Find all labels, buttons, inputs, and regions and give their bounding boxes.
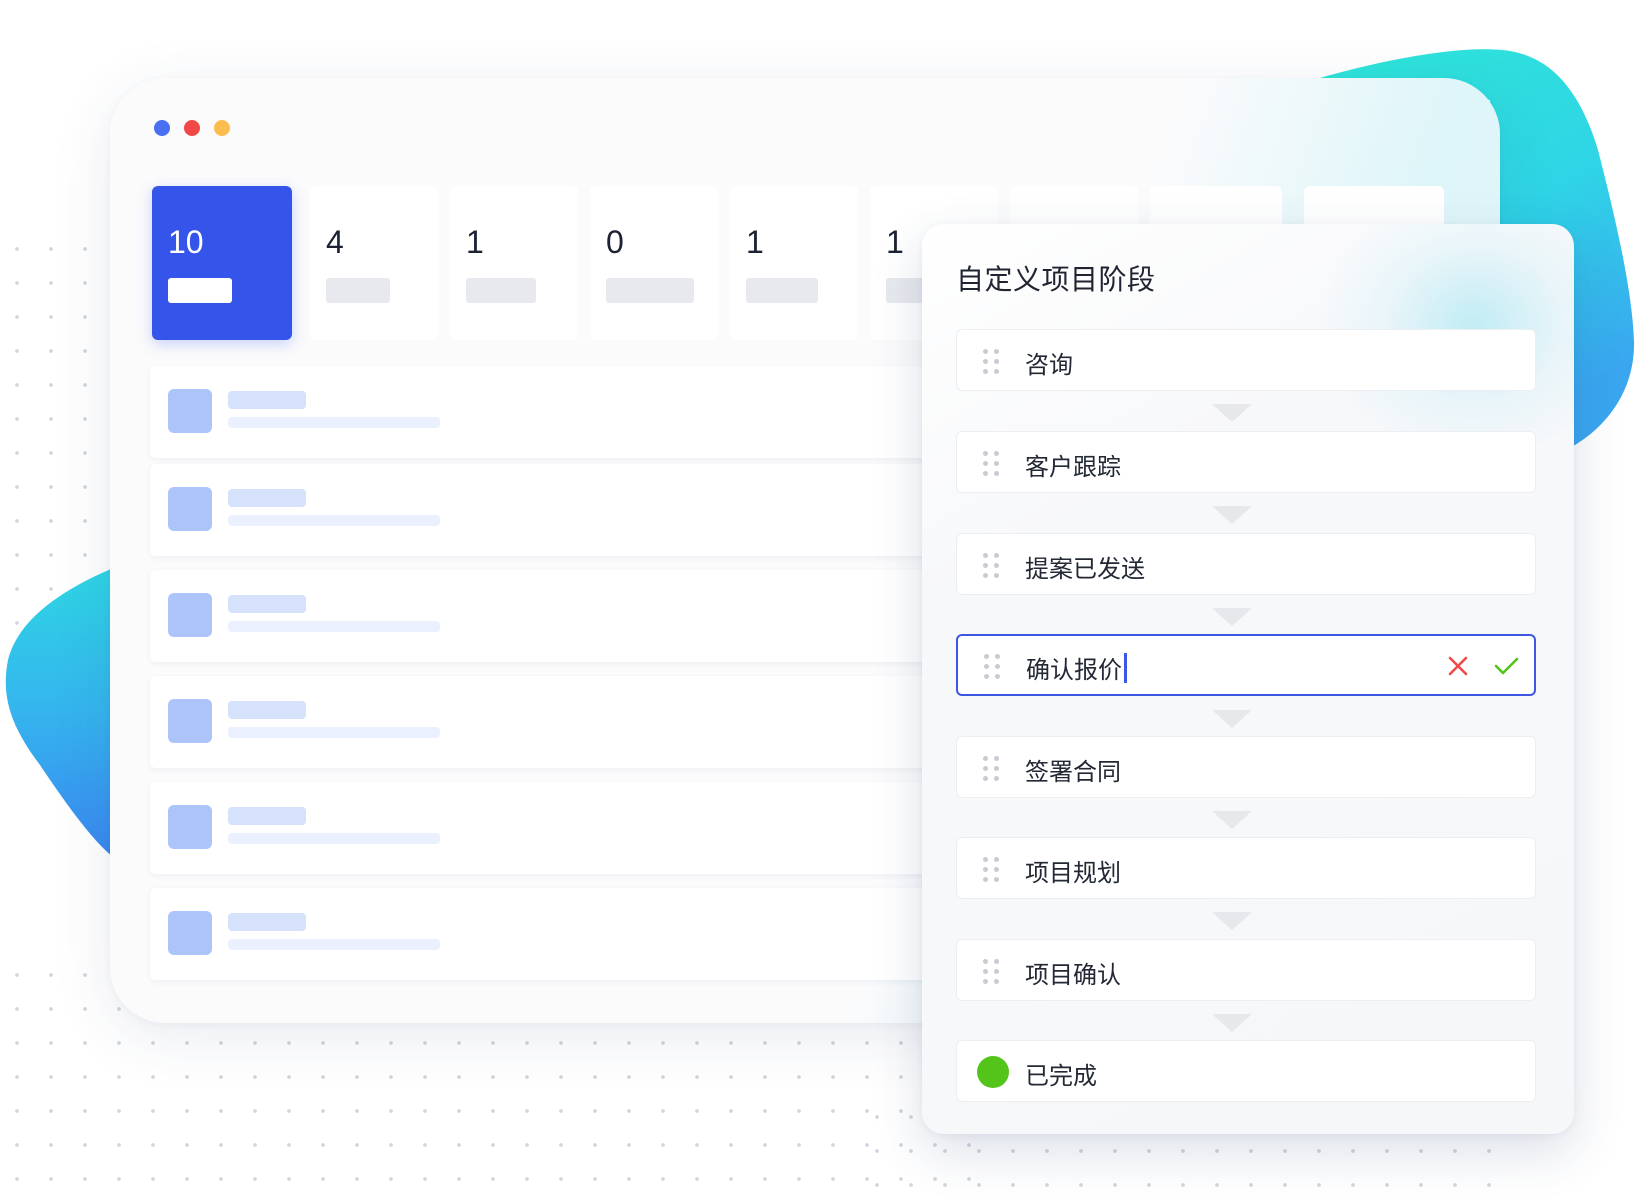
stat-label-placeholder — [606, 278, 694, 303]
avatar — [168, 805, 212, 849]
custom-stages-panel: 自定义项目阶段 咨询 客户跟踪 提案已发送 确认报价 签署合同 项目规划 项目确… — [922, 224, 1574, 1134]
stage-item[interactable]: 咨询 — [956, 329, 1536, 391]
confirm-check-icon[interactable] — [1492, 652, 1520, 680]
drag-handle-icon[interactable] — [983, 349, 1005, 375]
avatar — [168, 699, 212, 743]
cancel-icon[interactable] — [1444, 652, 1472, 680]
avatar — [168, 911, 212, 955]
subtitle-placeholder — [228, 939, 440, 950]
stat-label-placeholder — [746, 278, 818, 303]
stage-label: 提案已发送 — [1025, 556, 1145, 583]
stage-connector-arrow — [1212, 404, 1252, 422]
stat-count: 10 — [168, 224, 204, 260]
avatar — [168, 593, 212, 637]
title-placeholder — [228, 391, 306, 409]
stage-label: 签署合同 — [1025, 759, 1121, 786]
stage-connector-arrow — [1212, 608, 1252, 626]
stage-input-value: 确认报价 — [1026, 657, 1122, 684]
subtitle-placeholder — [228, 727, 440, 738]
text-caret — [1124, 653, 1127, 683]
stat-card[interactable]: 1 — [450, 186, 578, 340]
window-dot-yellow-icon — [214, 120, 230, 136]
stat-card[interactable]: 4 — [310, 186, 438, 340]
stage-item[interactable]: 客户跟踪 — [956, 431, 1536, 493]
stat-card-all[interactable]: 10 — [152, 186, 292, 340]
stat-label-placeholder — [466, 278, 536, 303]
subtitle-placeholder — [228, 833, 440, 844]
stat-card[interactable]: 1 — [730, 186, 858, 340]
stat-count: 1 — [746, 224, 764, 260]
title-placeholder — [228, 595, 306, 613]
subtitle-placeholder — [228, 621, 440, 632]
stage-item[interactable]: 签署合同 — [956, 736, 1536, 798]
stat-card[interactable]: 0 — [590, 186, 718, 340]
stat-count: 1 — [886, 224, 904, 260]
stage-label: 咨询 — [1025, 352, 1073, 379]
stage-connector-arrow — [1212, 811, 1252, 829]
avatar — [168, 389, 212, 433]
stage-item[interactable]: 项目确认 — [956, 939, 1536, 1001]
drag-handle-icon[interactable] — [984, 654, 1006, 680]
stage-item-completed[interactable]: 已完成 — [956, 1040, 1536, 1102]
drag-handle-icon[interactable] — [983, 756, 1005, 782]
window-dot-blue-icon — [154, 120, 170, 136]
title-placeholder — [228, 701, 306, 719]
title-placeholder — [228, 489, 306, 507]
stage-label: 项目确认 — [1025, 962, 1121, 989]
title-placeholder — [228, 913, 306, 931]
stat-count: 0 — [606, 224, 624, 260]
subtitle-placeholder — [228, 417, 440, 428]
stage-name-input[interactable]: 确认报价 — [1026, 650, 1127, 685]
drag-handle-icon[interactable] — [983, 553, 1005, 579]
stage-item[interactable]: 项目规划 — [956, 837, 1536, 899]
stage-connector-arrow — [1212, 912, 1252, 930]
green-status-dot-icon — [977, 1056, 1009, 1088]
stage-connector-arrow — [1212, 710, 1252, 728]
stat-count: 1 — [466, 224, 484, 260]
stage-connector-arrow — [1212, 1014, 1252, 1032]
subtitle-placeholder — [228, 515, 440, 526]
stat-count: 4 — [326, 224, 344, 260]
stage-label: 已完成 — [1025, 1063, 1097, 1090]
stat-label-placeholder — [326, 278, 390, 303]
drag-handle-icon[interactable] — [983, 959, 1005, 985]
avatar — [168, 487, 212, 531]
drag-handle-icon[interactable] — [983, 857, 1005, 883]
stage-item[interactable]: 提案已发送 — [956, 533, 1536, 595]
stage-label: 客户跟踪 — [1025, 454, 1121, 481]
panel-title: 自定义项目阶段 — [956, 264, 1156, 295]
stat-label-placeholder — [168, 278, 232, 303]
title-placeholder — [228, 807, 306, 825]
stage-connector-arrow — [1212, 506, 1252, 524]
window-dot-red-icon — [184, 120, 200, 136]
stage-label: 项目规划 — [1025, 860, 1121, 887]
stage-item-editing[interactable]: 确认报价 — [956, 634, 1536, 696]
drag-handle-icon[interactable] — [983, 451, 1005, 477]
